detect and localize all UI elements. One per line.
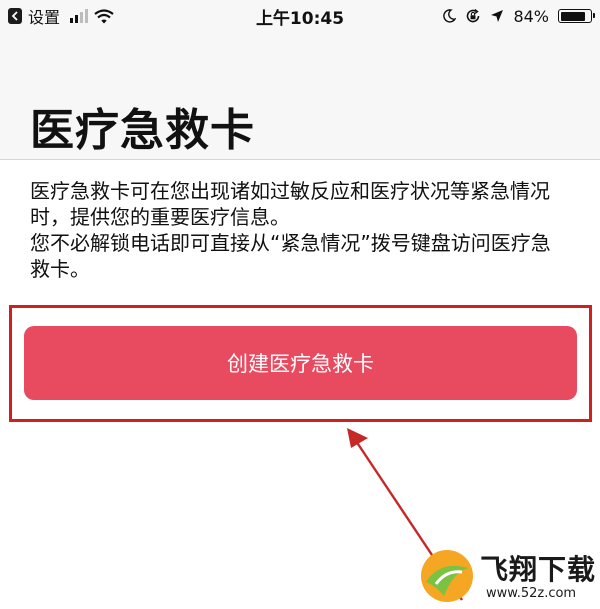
location-icon bbox=[491, 10, 504, 22]
battery-percent: 84% bbox=[513, 6, 549, 26]
rotation-lock-icon bbox=[467, 8, 480, 23]
watermark-url: www.52z.com bbox=[486, 586, 577, 601]
status-bar: 设置 上午10:45 84% bbox=[0, 0, 600, 32]
description-line-1: 医疗急救卡可在您出现诸如过敏反应和医疗状况等紧急情况时，提供您的重要医疗信息。 bbox=[30, 179, 550, 229]
watermark-logo-icon bbox=[421, 550, 473, 602]
watermark: 飞翔下载 www.52z.com bbox=[418, 546, 600, 606]
create-medical-id-button[interactable]: 创建医疗急救卡 bbox=[24, 326, 577, 400]
page-header: 医疗急救卡 bbox=[0, 32, 600, 160]
description-line-2: 您不必解锁电话即可直接从“紧急情况”拨号键盘访问医疗急救卡。 bbox=[30, 231, 551, 281]
moon-icon bbox=[443, 9, 457, 23]
page-title: 医疗急救卡 bbox=[30, 105, 255, 156]
battery-icon bbox=[558, 9, 595, 23]
description: 医疗急救卡可在您出现诸如过敏反应和医疗状况等紧急情况时，提供您的重要医疗信息。 … bbox=[30, 178, 570, 282]
watermark-brand: 飞翔下载 bbox=[480, 553, 597, 586]
